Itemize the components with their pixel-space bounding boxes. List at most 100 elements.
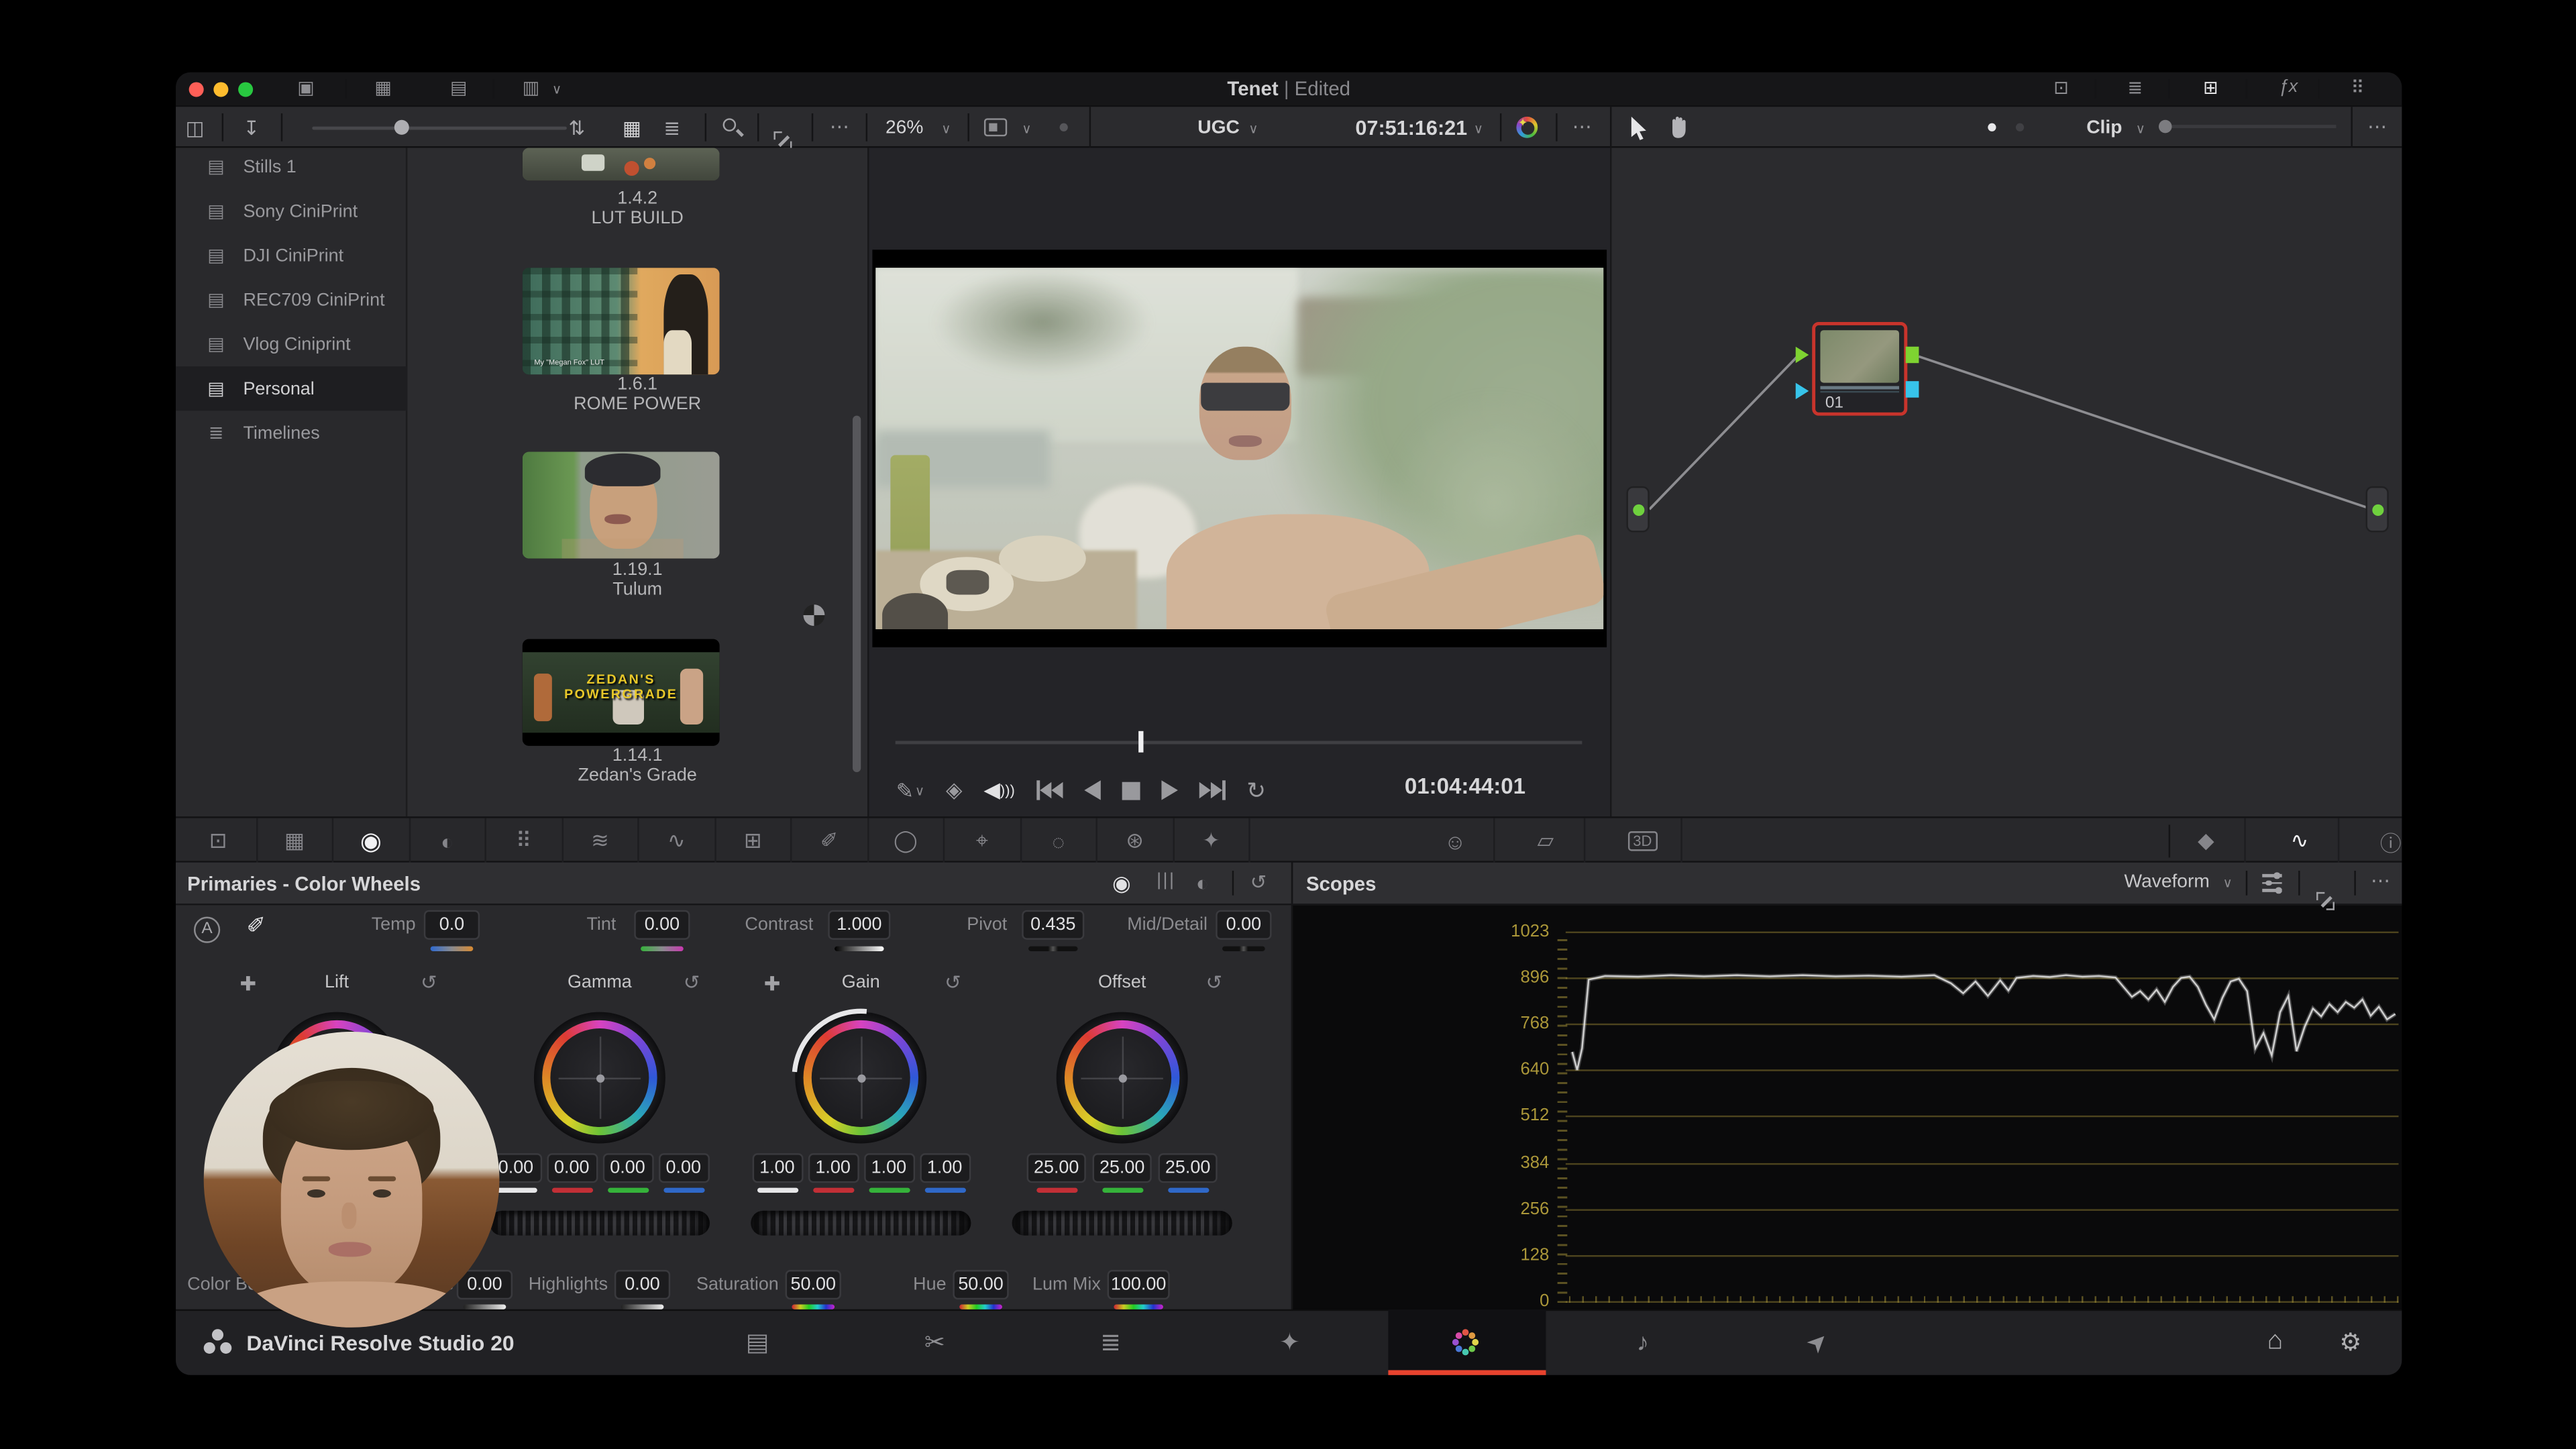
key-output-port[interactable] xyxy=(1906,381,1919,397)
tracker-icon[interactable]: ⌖ xyxy=(945,818,1021,865)
scopes-icon[interactable]: ∿ xyxy=(2262,818,2339,865)
node-graph[interactable]: 01 xyxy=(1611,148,2402,816)
cursor-tool-icon[interactable] xyxy=(1629,115,1648,141)
sidebar-item-stills-1[interactable]: ▤ Stills 1 xyxy=(176,145,407,189)
bars-mode-icon[interactable]: ||| xyxy=(1157,871,1175,890)
sidebar-item-timelines[interactable]: ≣ Timelines xyxy=(176,411,407,455)
settings-gear-icon[interactable]: ⚙ xyxy=(2339,1328,2361,1357)
auto-balance-button[interactable]: A xyxy=(194,917,220,943)
sizing-icon[interactable]: ▱ xyxy=(1508,818,1585,865)
cut-page-button[interactable]: ✂ xyxy=(899,1309,971,1375)
media-page-button[interactable]: ▤ xyxy=(721,1309,794,1375)
motion-effects-icon[interactable]: ≋ xyxy=(563,818,639,865)
wheel-channel-value[interactable]: 25.00 xyxy=(1093,1153,1152,1183)
sidebar-item-vlog-ciniprint[interactable]: ▤ Vlog Ciniprint xyxy=(176,322,407,366)
adjustment-slider[interactable] xyxy=(835,947,883,951)
wheels-mode-icon[interactable]: ◉ xyxy=(1112,871,1131,897)
camera-raw-icon[interactable]: ⊡ xyxy=(180,818,257,865)
play-button[interactable] xyxy=(1161,780,1177,800)
wheel-channel-value[interactable]: 0.00 xyxy=(602,1153,653,1183)
info-icon[interactable]: ⓘ xyxy=(2353,818,2429,865)
wheel-channel-value[interactable]: 0.00 xyxy=(658,1153,709,1183)
key-icon[interactable]: ⊛ xyxy=(1097,818,1174,865)
zoom-level[interactable]: 26% xyxy=(885,118,923,138)
edit-page-button[interactable]: ≣ xyxy=(1075,1309,1147,1375)
chevron-down-icon[interactable]: ∨ xyxy=(1022,121,1031,136)
unmix-button[interactable]: ◈ xyxy=(946,777,962,803)
open-fx-icon[interactable]: ✦ xyxy=(1174,818,1250,865)
adjustment-value[interactable]: 1.000 xyxy=(828,910,890,940)
import-still-icon[interactable]: ↧ xyxy=(243,117,260,140)
search-icon[interactable] xyxy=(723,118,737,131)
gallery-scrollbar[interactable] xyxy=(853,416,861,772)
node-options-icon[interactable]: ⋯ xyxy=(2367,115,2389,138)
color-wheels-icon[interactable]: ◉ xyxy=(333,818,410,865)
step-back-button[interactable] xyxy=(1084,780,1100,800)
adjustment-slider[interactable] xyxy=(431,947,474,951)
wheel-reset-icon[interactable]: ↺ xyxy=(1206,971,1223,994)
curves-icon[interactable]: ∿ xyxy=(639,818,716,865)
secondary-value[interactable]: 0.00 xyxy=(614,1270,670,1299)
adjustment-slider[interactable] xyxy=(1028,947,1077,951)
magic-mask-icon[interactable]: ☺ xyxy=(1417,818,1494,865)
stereo-3d-icon[interactable]: 3D xyxy=(1605,818,1682,865)
hdr-wheels-icon[interactable]: ◐ xyxy=(410,818,486,865)
playhead[interactable] xyxy=(1138,731,1143,753)
sidebar-item-dji-ciniprint[interactable]: ▤ DJI CiniPrint xyxy=(176,233,407,278)
sidebar-item-personal[interactable]: ▤ Personal xyxy=(176,366,407,411)
wheel-channel-value[interactable]: 25.00 xyxy=(1027,1153,1086,1183)
split-screen-icon[interactable] xyxy=(984,118,1007,136)
scope-mode-selector[interactable]: Waveform xyxy=(2125,872,2210,892)
thumb-size-slider-knob[interactable] xyxy=(394,120,409,135)
list-view-icon[interactable]: ≣ xyxy=(663,117,680,140)
nodes-panel-icon[interactable]: ⊞ xyxy=(2203,77,2218,99)
secondary-value[interactable]: 50.00 xyxy=(953,1270,1008,1299)
reset-all-icon[interactable]: ↺ xyxy=(1250,871,1267,894)
adjustment-slider[interactable] xyxy=(1222,947,1265,951)
grab-still-button[interactable]: ✐∨ xyxy=(894,777,924,803)
sort-icon[interactable]: ⇅ xyxy=(568,117,585,140)
output-node[interactable] xyxy=(2366,486,2389,533)
wheel-reset-icon[interactable]: ↺ xyxy=(421,971,437,994)
lightbox-grid-icon[interactable]: ⠿ xyxy=(2351,77,2364,99)
gain-master-wheel[interactable] xyxy=(751,1211,971,1236)
wheel-reset-icon[interactable]: ↺ xyxy=(684,971,700,994)
color-warper-icon[interactable]: ⊞ xyxy=(716,818,792,865)
fullscreen-gallery-icon[interactable] xyxy=(773,131,792,150)
white-balance-picker-icon[interactable]: ✐ xyxy=(246,912,266,940)
chevron-down-icon[interactable]: ∨ xyxy=(1474,121,1483,136)
node-zoom-knob[interactable] xyxy=(2159,120,2172,133)
rgb-output-port[interactable] xyxy=(1906,347,1919,363)
gamma-color-wheel[interactable] xyxy=(534,1012,665,1144)
viewer-video[interactable] xyxy=(872,250,1607,647)
wheel-channel-value[interactable]: 1.00 xyxy=(919,1153,970,1183)
wheel-channel-value[interactable]: 1.00 xyxy=(751,1153,802,1183)
gallery-still-1.19.1[interactable] xyxy=(523,451,720,558)
gallery-still-1.6.1[interactable]: My "Megan Fox" LUT xyxy=(523,268,720,374)
go-to-end-button[interactable] xyxy=(1199,780,1225,800)
secondary-value[interactable]: 50.00 xyxy=(786,1270,841,1299)
secondary-slider[interactable] xyxy=(1114,1304,1163,1309)
wheel-channel-value[interactable]: 1.00 xyxy=(808,1153,859,1183)
go-to-start-button[interactable] xyxy=(1036,780,1063,800)
sidebar-toggle-icon[interactable]: ◫ xyxy=(186,117,205,140)
home-icon[interactable]: ⌂ xyxy=(2267,1328,2284,1357)
adjustment-slider[interactable] xyxy=(641,947,684,951)
source-timecode[interactable]: 07:51:16:21 xyxy=(1355,117,1467,140)
offset-master-wheel[interactable] xyxy=(1012,1211,1232,1236)
fusion-page-button[interactable]: ✦ xyxy=(1254,1309,1326,1375)
sidebar-item-rec709-ciniprint[interactable]: ▤ REC709 CiniPrint xyxy=(176,278,407,322)
wheel-reset-icon[interactable]: ↺ xyxy=(945,971,961,994)
panel-resize-handle[interactable] xyxy=(804,604,825,626)
gamma-master-wheel[interactable] xyxy=(490,1211,710,1236)
viewer-options-icon[interactable]: ⋯ xyxy=(1572,115,1594,138)
secondary-slider[interactable] xyxy=(959,1304,1002,1309)
chevron-down-icon[interactable]: ∨ xyxy=(2136,121,2145,136)
mute-button[interactable]: ◀))) xyxy=(983,777,1015,803)
stop-button[interactable] xyxy=(1122,781,1140,799)
grid-view-icon[interactable]: ▦ xyxy=(623,117,641,140)
color-assist-icon[interactable]: ✦ xyxy=(1516,117,1538,138)
key-input-port[interactable] xyxy=(1796,383,1809,399)
offset-color-wheel[interactable] xyxy=(1057,1012,1188,1144)
chevron-down-icon[interactable]: ∨ xyxy=(1248,121,1258,136)
